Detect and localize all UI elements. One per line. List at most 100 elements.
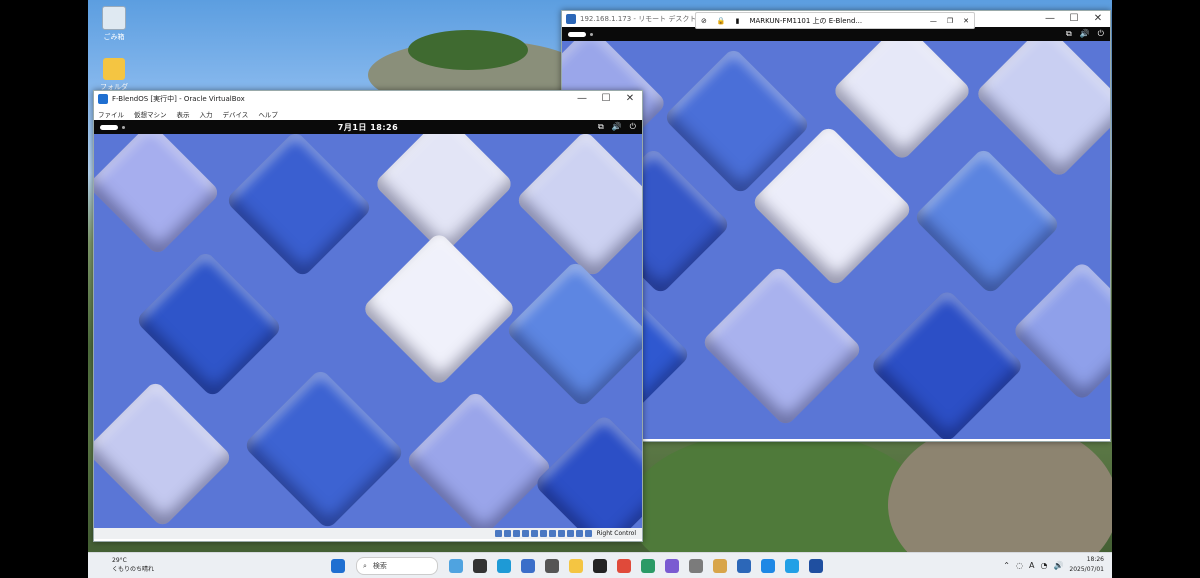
edge-dev-icon[interactable] xyxy=(641,559,655,573)
task-view-icon[interactable] xyxy=(473,559,487,573)
vbox-guest-topbar: 7月1日 18:26 ⧉ 🔊 ⏻ xyxy=(94,120,642,134)
wallpaper-shape xyxy=(533,413,642,528)
recycle-bin-icon xyxy=(102,6,126,30)
wallpaper-shape xyxy=(700,264,864,428)
search-box[interactable]: ⌕ 検索 xyxy=(356,557,438,575)
wifi-icon[interactable]: ◔ xyxy=(1040,561,1047,570)
system-tray: ⌃ ◌ A ◔ 🔊 18:26 2025/07/01 xyxy=(1003,555,1104,575)
writer-icon[interactable] xyxy=(785,559,799,573)
menu-file[interactable]: ファイル xyxy=(98,109,124,119)
wallpaper-shape xyxy=(361,231,517,387)
rdp-bar-minimize-button[interactable]: — xyxy=(925,17,942,25)
harddisk-icon[interactable] xyxy=(494,530,502,537)
volume-icon[interactable]: 🔊 xyxy=(1053,561,1063,570)
virtualbox-icon[interactable] xyxy=(809,559,823,573)
close-button[interactable]: ✕ xyxy=(618,91,642,107)
wallpaper-shape xyxy=(912,146,1062,296)
background-trees xyxy=(408,30,528,70)
wallpaper-shape xyxy=(514,134,642,279)
menu-devices[interactable]: デバイス xyxy=(223,109,249,119)
audio-icon[interactable] xyxy=(512,530,520,537)
desktop-icon-recycle-bin[interactable]: ごみ箱 xyxy=(94,6,134,42)
activities-indicator[interactable] xyxy=(100,124,118,130)
wallpaper-shape xyxy=(242,367,406,528)
wallpaper-shape xyxy=(94,134,222,257)
rdp-window[interactable]: 192.168.1.173 - リモート デスクトップ接続 — ☐ ✕ ⧉ 🔊 … xyxy=(561,10,1111,442)
chevron-up-icon[interactable]: ⌃ xyxy=(1003,561,1010,570)
wallpaper-shape xyxy=(404,389,554,528)
menu-view[interactable]: 表示 xyxy=(177,109,190,119)
wallpaper-shape xyxy=(224,134,374,279)
vscode-icon[interactable] xyxy=(761,559,775,573)
virtualbox-app-icon xyxy=(98,94,108,104)
ime-indicator[interactable]: A xyxy=(1029,561,1034,570)
photos-icon[interactable] xyxy=(713,559,727,573)
store-icon[interactable] xyxy=(521,559,535,573)
recording-icon[interactable] xyxy=(557,530,565,537)
chrome-icon[interactable] xyxy=(617,559,631,573)
clock[interactable]: 18:26 2025/07/01 xyxy=(1069,555,1104,575)
weather-desc: くもりのち晴れ xyxy=(112,566,155,573)
network-status-icon[interactable]: ◌ xyxy=(1016,561,1023,570)
vbox-guest-desktop[interactable] xyxy=(94,134,642,528)
close-button[interactable]: ✕ xyxy=(1086,11,1110,27)
usb-icon[interactable] xyxy=(530,530,538,537)
vbox-window-title: F-BlendOS [実行中] - Oracle VirtualBox xyxy=(112,95,245,103)
start-icon[interactable] xyxy=(331,559,345,573)
signal-strength-icon: ▮ xyxy=(735,16,740,25)
vbox-titlebar[interactable]: F-BlendOS [実行中] - Oracle VirtualBox — ☐ … xyxy=(94,91,642,107)
weather-widget[interactable]: 29°C くもりのち晴れ xyxy=(96,556,154,574)
rdp-bar-close-button[interactable]: ✕ xyxy=(958,17,974,25)
desktop-icon-folder[interactable]: フォルダ xyxy=(94,58,134,92)
terminal-icon[interactable] xyxy=(593,559,607,573)
workspace-dot xyxy=(590,32,593,36)
maximize-button[interactable]: ☐ xyxy=(1062,11,1086,27)
remote-desktop-icon[interactable] xyxy=(737,559,751,573)
minimize-button[interactable]: — xyxy=(1038,11,1062,27)
lock-icon[interactable]: 🔒 xyxy=(712,17,731,25)
host-key-label: Right Control xyxy=(596,530,636,537)
search-icon: ⌕ xyxy=(363,561,367,570)
edge-icon[interactable] xyxy=(497,559,511,573)
network-icon[interactable]: ⧉ xyxy=(1066,29,1072,39)
menu-input[interactable]: 入力 xyxy=(200,109,213,119)
desktop: ごみ箱 フォルダ 192.168.1.173 - リモート デスクトップ接続 —… xyxy=(88,0,1112,578)
network-icon[interactable]: ⧉ xyxy=(598,122,604,132)
rdp-connection-label: MARKUN-FM1101 上の E-Blend... xyxy=(749,16,863,25)
menu-machine[interactable]: 仮想マシン xyxy=(134,109,167,119)
wallpaper-shape xyxy=(94,379,234,528)
weather-temp: 29°C xyxy=(112,557,127,564)
volume-icon[interactable]: 🔊 xyxy=(612,122,622,132)
display-icon[interactable] xyxy=(548,530,556,537)
unpin-icon[interactable]: ⊘ xyxy=(696,17,712,25)
cpu-icon xyxy=(566,530,574,537)
volume-icon[interactable]: 🔊 xyxy=(1080,29,1090,39)
minimize-button[interactable]: — xyxy=(570,91,594,107)
guest-system-tray[interactable]: ⧉ 🔊 ⏻ xyxy=(598,122,636,132)
clock-time: 18:26 xyxy=(1086,556,1104,563)
maximize-button[interactable]: ☐ xyxy=(594,91,618,107)
guest-system-tray[interactable]: ⧉ 🔊 ⏻ xyxy=(1066,29,1104,39)
settings-icon[interactable] xyxy=(689,559,703,573)
rdp-connection-bar[interactable]: ⊘ 🔒 ▮ MARKUN-FM1101 上の E-Blend... — ❐ ✕ xyxy=(695,12,975,29)
rdp-bar-restore-button[interactable]: ❐ xyxy=(942,17,958,25)
power-icon[interactable]: ⏻ xyxy=(1098,29,1104,39)
optical-drive-icon[interactable] xyxy=(503,530,511,537)
menu-help[interactable]: ヘルプ xyxy=(258,109,278,119)
file-explorer-icon[interactable] xyxy=(569,559,583,573)
keyboard-icon[interactable] xyxy=(584,530,592,537)
power-icon[interactable]: ⏻ xyxy=(630,122,636,132)
cube-app-icon[interactable] xyxy=(665,559,679,573)
virtualbox-window[interactable]: F-BlendOS [実行中] - Oracle VirtualBox — ☐ … xyxy=(93,90,643,542)
mouse-integration-icon[interactable] xyxy=(575,530,583,537)
rdp-guest-desktop[interactable] xyxy=(562,41,1110,439)
folder-icon xyxy=(103,58,125,80)
copilot-icon[interactable] xyxy=(449,559,463,573)
wallpaper-shape xyxy=(1011,260,1110,402)
shared-folders-icon[interactable] xyxy=(539,530,547,537)
network-adapter-icon[interactable] xyxy=(521,530,529,537)
activities-indicator[interactable] xyxy=(568,31,586,37)
calculator-icon[interactable] xyxy=(545,559,559,573)
guest-clock[interactable]: 7月1日 18:26 xyxy=(338,122,398,133)
clock-date: 2025/07/01 xyxy=(1069,566,1104,573)
